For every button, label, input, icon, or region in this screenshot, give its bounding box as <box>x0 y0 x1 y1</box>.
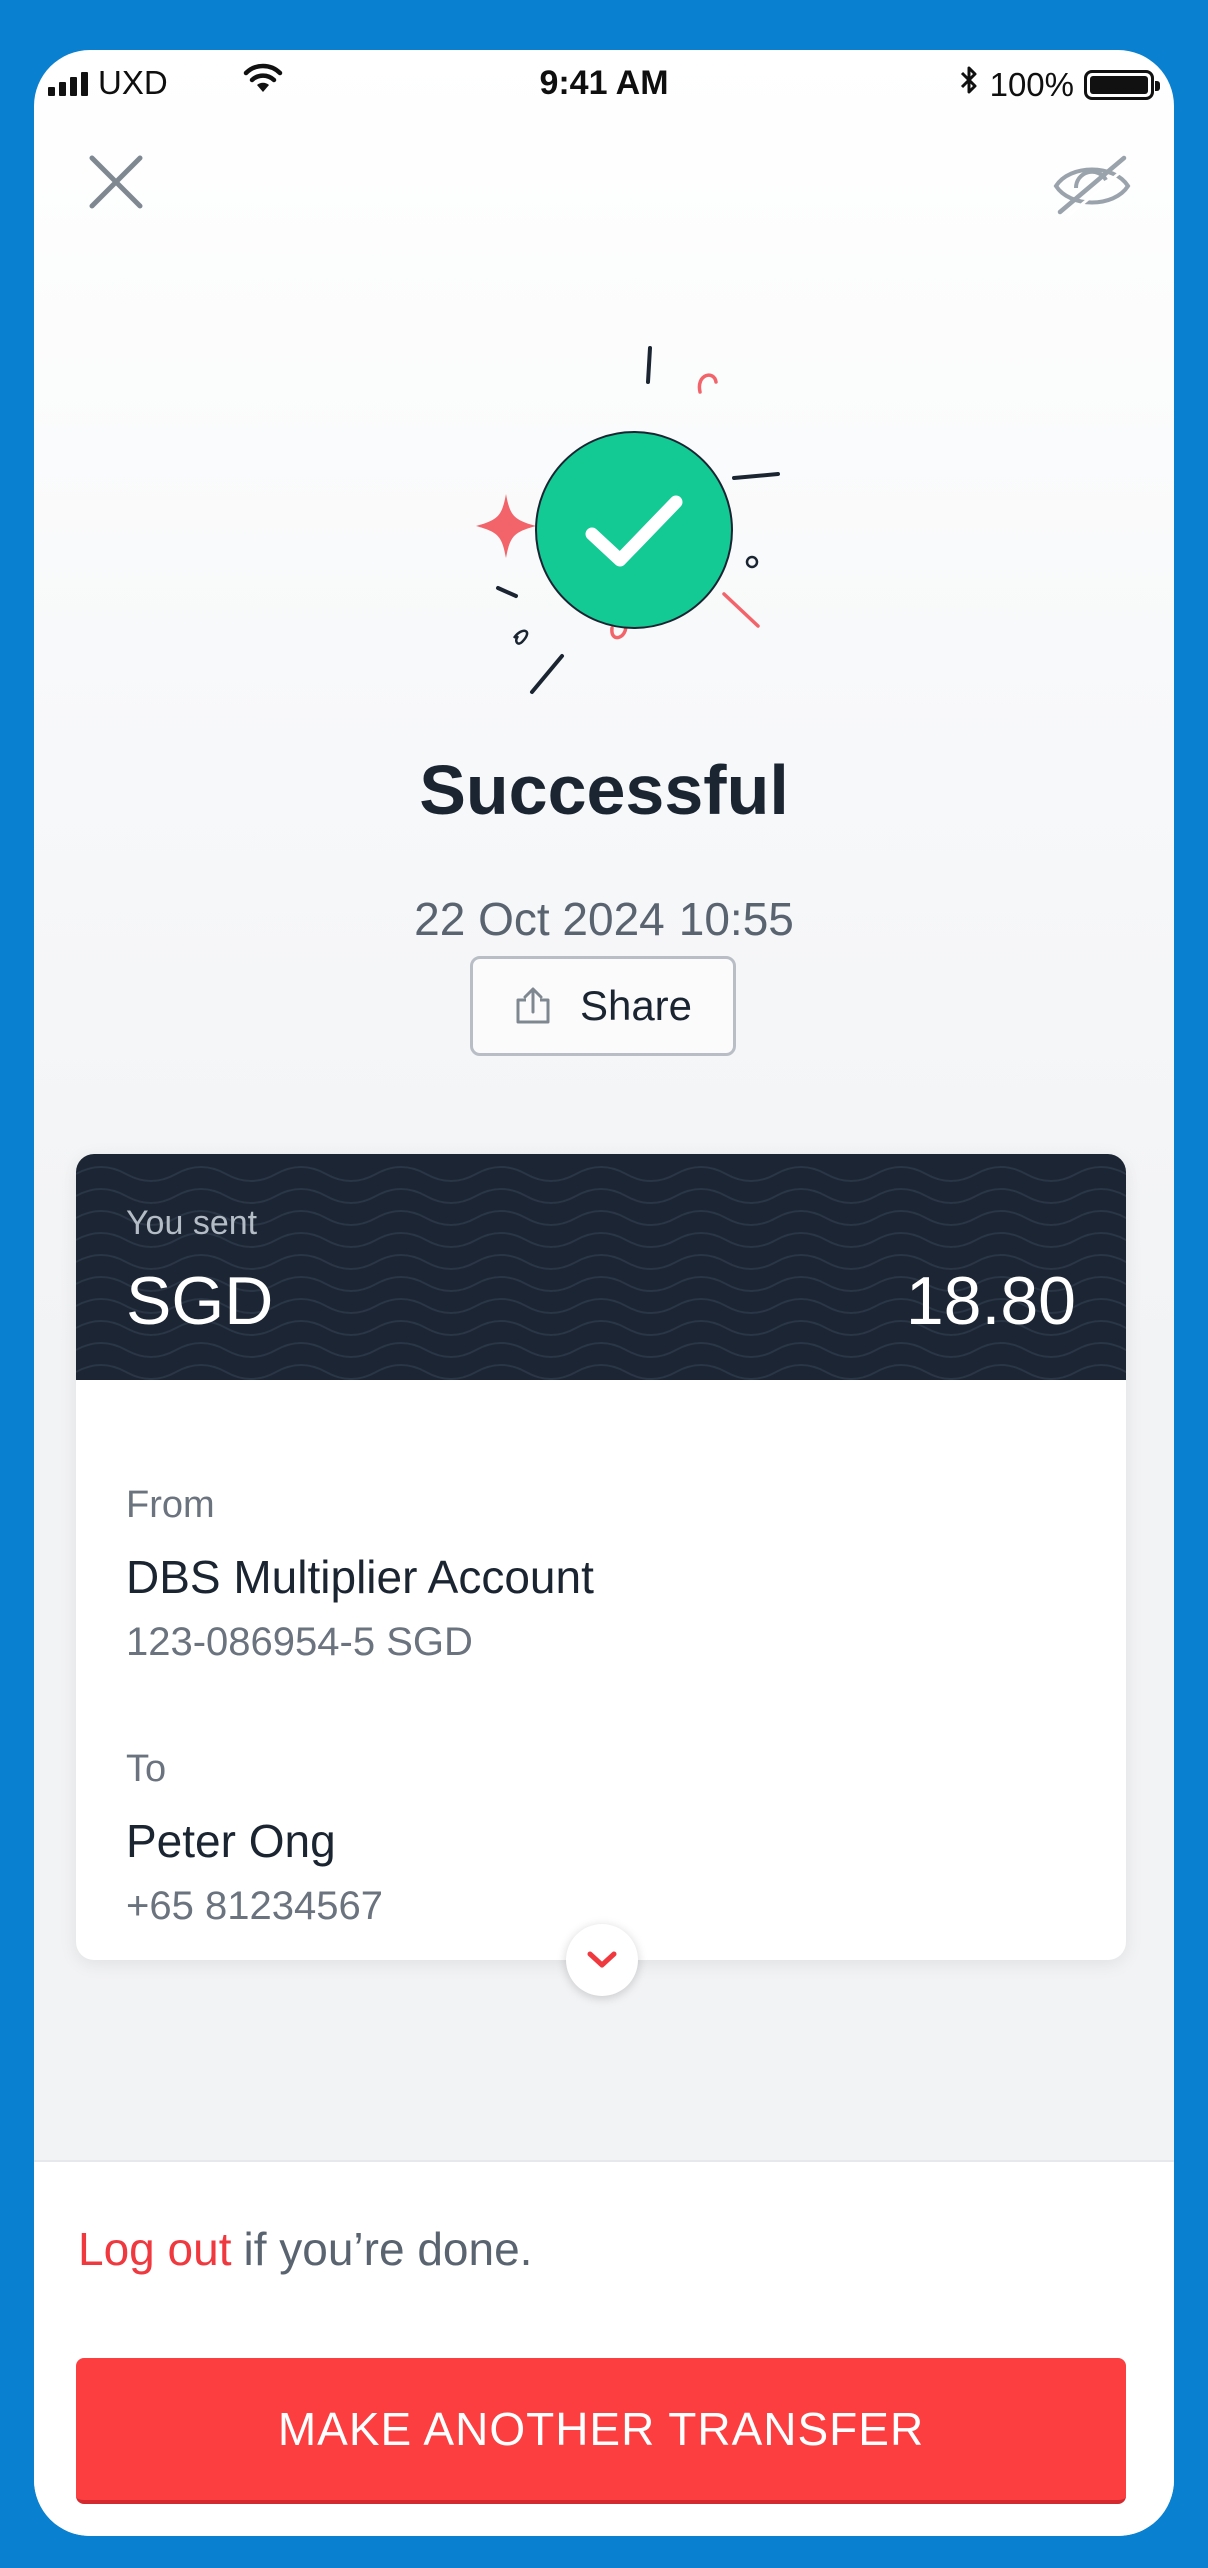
eye-slash-icon <box>1053 155 1131 218</box>
battery-group: 100% <box>958 64 1160 105</box>
transfer-details-card: You sent SGD 18.80 From DBS Multiplier A… <box>76 1154 1126 1996</box>
footer: Log out if you’re done. MAKE ANOTHER TRAN… <box>34 2160 1174 2536</box>
share-button[interactable]: Share <box>470 956 736 1056</box>
share-label: Share <box>579 982 693 1029</box>
logout-prompt: Log out if you’re done. <box>78 2222 532 2276</box>
battery-percent: 100% <box>989 65 1074 103</box>
status-title: Successful <box>419 751 789 829</box>
transaction-datetime: 22 Oct 2024 10:55 <box>34 892 1174 946</box>
recipient-phone: +65 81234567 <box>126 1884 383 1928</box>
recipient-name: Peter Ong <box>126 1815 336 1867</box>
logout-link[interactable]: Log out <box>78 2223 231 2275</box>
sent-label: You sent <box>126 1204 258 1242</box>
hide-balance-button[interactable] <box>1050 150 1134 220</box>
transaction-date: 22 Oct 2024 <box>414 893 665 945</box>
success-illustration <box>434 330 794 710</box>
sent-currency: SGD <box>126 1263 274 1339</box>
close-icon <box>89 155 143 209</box>
chevron-down-icon <box>587 1951 617 1968</box>
bluetooth-icon <box>958 64 980 105</box>
transaction-time: 10:55 <box>678 893 794 945</box>
make-another-transfer-button[interactable]: MAKE ANOTHER TRANSFER <box>76 2358 1126 2504</box>
from-account-name: DBS Multiplier Account <box>126 1551 594 1603</box>
expand-details-button[interactable] <box>566 1924 638 1996</box>
share-icon <box>516 987 550 1024</box>
amount-header: You sent SGD 18.80 <box>76 1154 1126 1380</box>
phone-screen: UXD 9:41 AM 100% Successful 22 Oct 2024 … <box>34 50 1174 2536</box>
battery-icon <box>1084 69 1160 100</box>
close-button[interactable] <box>84 150 148 214</box>
logout-suffix: if you’re done. <box>243 2223 533 2275</box>
check-circle-icon <box>535 431 733 629</box>
from-account-number: 123-086954-5 SGD <box>126 1620 473 1664</box>
status-bar: UXD 9:41 AM 100% <box>34 50 1174 120</box>
to-label: To <box>126 1748 167 1790</box>
sent-amount: 18.80 <box>905 1263 1076 1339</box>
from-label: From <box>126 1484 215 1526</box>
